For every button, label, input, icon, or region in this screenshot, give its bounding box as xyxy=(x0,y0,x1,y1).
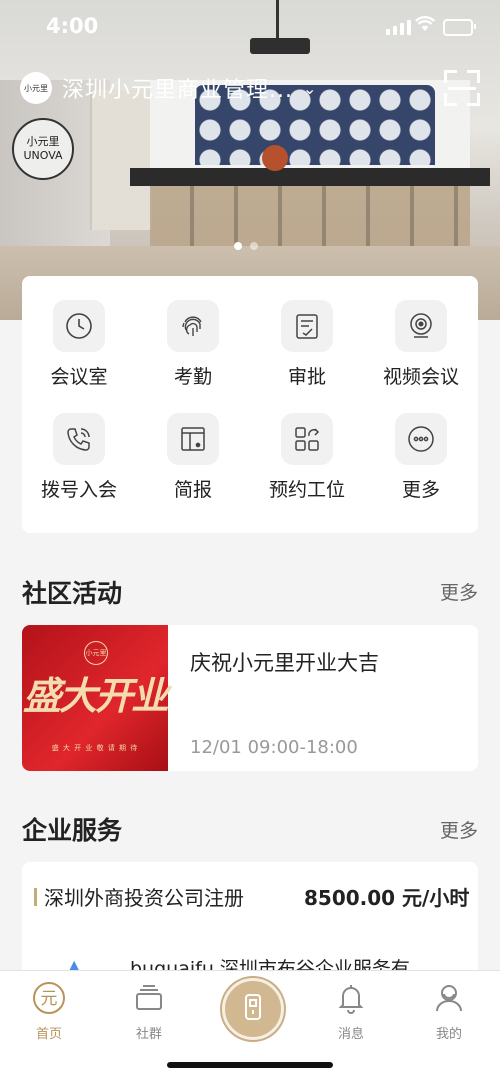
tab-label: 首页 xyxy=(35,1027,62,1042)
community-section-title: 社区活动 xyxy=(22,579,123,608)
event-image-caption: 盛 大 开 业 敬 请 期 待 xyxy=(51,744,139,752)
battery-icon xyxy=(443,19,476,36)
webcam-icon xyxy=(395,300,447,352)
org-logo-icon: 小元里 xyxy=(20,72,52,104)
service-accent-bar xyxy=(34,888,37,906)
hero-basketball xyxy=(262,145,288,171)
door-access-button[interactable] xyxy=(222,978,284,1040)
quick-actions-card: 会议室 考勤 审批 视频会议 拨号入会 简报 预约工位 更多 xyxy=(22,276,478,533)
quick-action-book-desk[interactable]: 预约工位 xyxy=(250,413,364,502)
quick-action-label: 简报 xyxy=(173,479,212,501)
service-card[interactable]: 深圳外商投资公司注册 8500.00 元/小时 ▲ buguaifu 深圳市布谷… xyxy=(22,862,478,982)
services-more-link[interactable]: 更多 xyxy=(440,816,478,843)
banner-pager xyxy=(234,242,258,250)
scan-icon[interactable] xyxy=(444,70,480,106)
quick-action-meeting-room[interactable]: 会议室 xyxy=(22,300,136,389)
event-image-badge: 小元里 xyxy=(84,641,108,665)
quick-action-label: 更多 xyxy=(401,479,440,501)
status-time: 4:00 xyxy=(46,14,99,38)
hero-logo-line1: 小元里 xyxy=(26,135,60,148)
quick-action-briefing[interactable]: 简报 xyxy=(136,413,250,502)
event-card[interactable]: 小元里 盛大开业 盛 大 开 业 敬 请 期 待 庆祝小元里开业大吉 12/01… xyxy=(22,625,478,771)
quick-actions-grid: 会议室 考勤 审批 视频会议 拨号入会 简报 预约工位 更多 xyxy=(22,300,478,502)
home-yuan-icon: 元 xyxy=(32,981,66,1019)
fingerprint-icon xyxy=(167,300,219,352)
tab-community[interactable]: 社群 xyxy=(114,981,184,1042)
tab-label: 我的 xyxy=(435,1027,462,1042)
wifi-icon xyxy=(414,16,436,37)
event-time: 12/01 09:00-18:00 xyxy=(190,737,358,758)
quick-action-approval[interactable]: 审批 xyxy=(250,300,364,389)
profile-icon xyxy=(432,981,466,1019)
community-more-link[interactable]: 更多 xyxy=(440,578,478,605)
approval-icon xyxy=(281,300,333,352)
org-name: 深圳小元里商业管理... xyxy=(62,78,293,103)
quick-action-attendance[interactable]: 考勤 xyxy=(136,300,250,389)
hero-counter xyxy=(130,168,490,186)
quick-action-label: 审批 xyxy=(287,366,326,388)
apps-grid-icon xyxy=(281,413,333,465)
report-icon xyxy=(167,413,219,465)
quick-action-video-meeting[interactable]: 视频会议 xyxy=(364,300,478,389)
hero-table xyxy=(150,186,470,246)
event-title: 庆祝小元里开业大吉 xyxy=(190,651,379,675)
service-price: 8500.00 元/小时 xyxy=(304,886,470,910)
hero-shelf xyxy=(90,90,152,230)
home-glyph: 元 xyxy=(41,989,58,1009)
quick-action-more[interactable]: 更多 xyxy=(364,413,478,502)
organization-switcher[interactable]: 小元里 深圳小元里商业管理... ⌄ xyxy=(20,70,316,106)
pager-dot xyxy=(250,242,258,250)
more-icon xyxy=(395,413,447,465)
hero-wall-logo: 小元里 UNOVA xyxy=(12,118,74,180)
quick-action-label: 会议室 xyxy=(50,366,108,388)
tab-label: 社群 xyxy=(135,1027,162,1042)
quick-action-label: 拨号入会 xyxy=(40,479,117,501)
chevron-down-icon: ⌄ xyxy=(302,78,317,98)
status-bar: 4:00 xyxy=(0,0,500,50)
clock-icon xyxy=(53,300,105,352)
event-image-headline: 盛大开业 xyxy=(22,674,169,718)
home-indicator xyxy=(167,1062,333,1068)
tab-messages[interactable]: 消息 xyxy=(316,981,386,1042)
hero-logo-line2: UNOVA xyxy=(23,149,63,162)
community-icon xyxy=(132,981,166,1019)
quick-action-label: 视频会议 xyxy=(382,366,459,388)
tab-label: 消息 xyxy=(337,1027,364,1042)
door-access-icon xyxy=(238,992,268,1026)
tab-profile[interactable]: 我的 xyxy=(414,981,484,1042)
quick-action-label: 预约工位 xyxy=(268,479,345,501)
services-section-title: 企业服务 xyxy=(22,816,123,845)
quick-action-label: 考勤 xyxy=(173,366,212,388)
service-name: 深圳外商投资公司注册 xyxy=(44,886,244,910)
phone-call-icon xyxy=(53,413,105,465)
cellular-signal-icon xyxy=(386,20,411,35)
bell-icon xyxy=(334,981,368,1019)
event-image: 小元里 盛大开业 盛 大 开 业 敬 请 期 待 xyxy=(22,625,169,771)
tab-home[interactable]: 元 首页 xyxy=(14,981,84,1042)
pager-dot-active xyxy=(234,242,242,250)
quick-action-dial-in[interactable]: 拨号入会 xyxy=(22,413,136,502)
